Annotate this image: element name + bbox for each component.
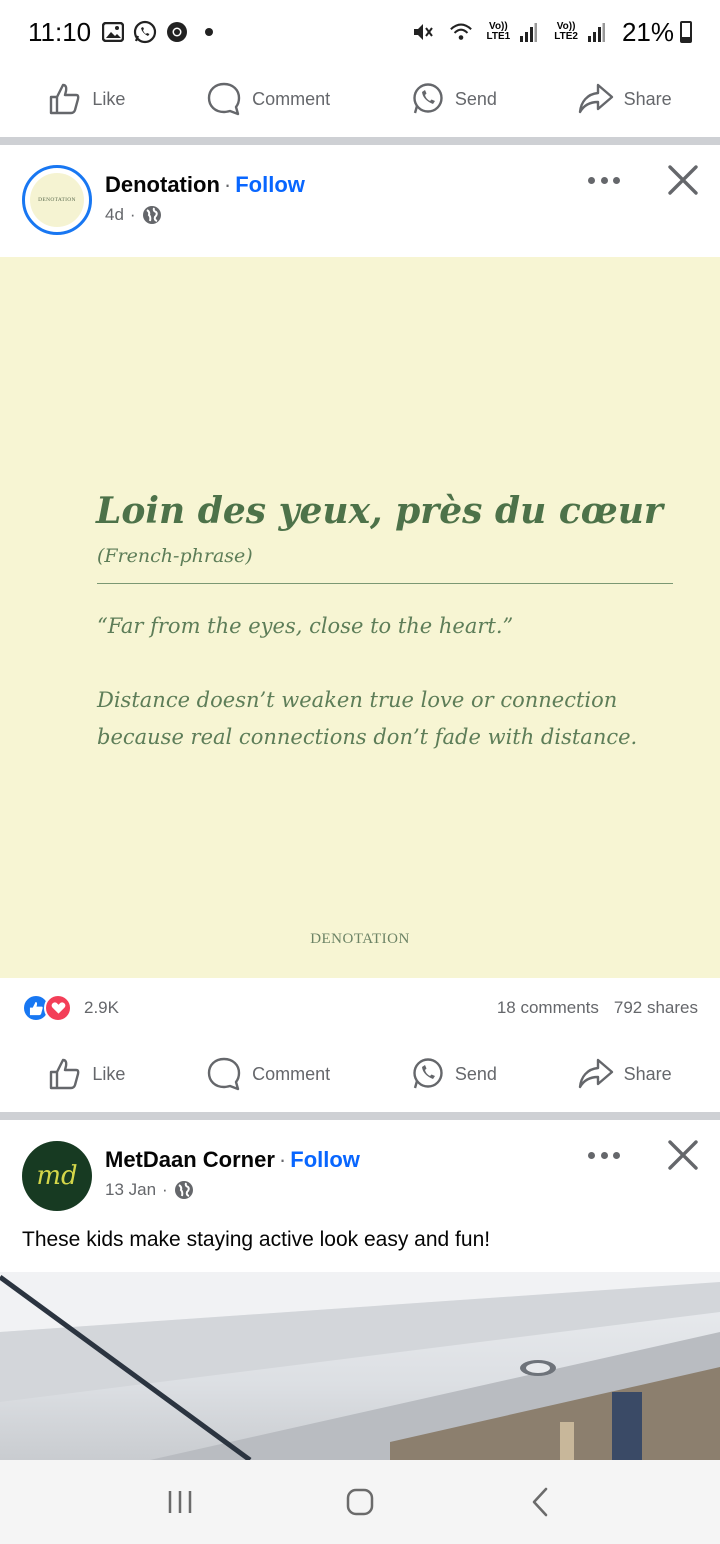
- avatar-logo: DENOTATION: [30, 173, 84, 227]
- post-time[interactable]: 4d: [105, 205, 124, 225]
- status-time: 11:10: [28, 16, 92, 47]
- like-icon: [50, 1058, 80, 1090]
- share-icon: [578, 1058, 613, 1089]
- battery-icon: [680, 21, 692, 43]
- gallery-icon: [101, 20, 125, 44]
- post-video[interactable]: [0, 1272, 720, 1460]
- engagement-counts: 18 comments 792 shares: [497, 998, 698, 1018]
- globe-icon: [174, 1181, 193, 1199]
- back-button[interactable]: [510, 1472, 570, 1532]
- comment-icon: [207, 1057, 241, 1091]
- reactions-bar: 2.9K 18 comments 792 shares: [0, 990, 720, 1026]
- home-icon: [346, 1488, 374, 1516]
- post-author-line: Denotation · Follow: [105, 172, 305, 197]
- post-divider: [0, 137, 720, 145]
- notification-dot-icon: [197, 20, 221, 44]
- post-action-bar: Like Comment Send Share: [0, 1039, 720, 1109]
- signal1-icon: [516, 20, 540, 44]
- page-avatar[interactable]: md: [22, 1141, 92, 1211]
- avatar-logo: md: [36, 1161, 78, 1191]
- network-lte1-label: Vo)) LTE1: [486, 21, 511, 42]
- send-label: Send: [454, 88, 497, 109]
- post-time[interactable]: 13 Jan: [105, 1180, 156, 1200]
- share-label: Share: [623, 88, 672, 109]
- post-header: md MetDaan Corner · Follow 13 Jan ·: [0, 1120, 720, 1230]
- close-icon[interactable]: [666, 1138, 700, 1172]
- status-bar: 11:10 Vo)) LTE1 Vo)) LTE2 21%: [0, 0, 720, 64]
- share-icon: [578, 83, 613, 114]
- post-divider: [0, 1112, 720, 1120]
- like-label: Like: [92, 88, 126, 109]
- comment-icon: [207, 82, 241, 116]
- share-count[interactable]: 792 shares: [614, 998, 698, 1018]
- follow-button[interactable]: Follow: [235, 172, 305, 197]
- page-avatar[interactable]: DENOTATION: [22, 165, 92, 235]
- quote-title: Loin des yeux, près du cœur: [96, 490, 663, 532]
- like-label: Like: [92, 1063, 126, 1084]
- whatsapp-send-icon: [413, 83, 443, 114]
- back-icon: [532, 1487, 548, 1517]
- comment-label: Comment: [252, 1063, 331, 1084]
- quote-brand: DENOTATION: [310, 931, 410, 947]
- more-options-button[interactable]: [584, 170, 624, 190]
- home-button[interactable]: [330, 1472, 390, 1532]
- mute-icon: [411, 20, 435, 44]
- chrome-icon: [165, 20, 189, 44]
- send-button[interactable]: Send: [411, 82, 497, 116]
- post-meta: 4d ·: [105, 205, 162, 225]
- comment-label: Comment: [252, 88, 331, 109]
- reaction-count[interactable]: 2.9K: [84, 998, 119, 1018]
- globe-icon: [142, 206, 161, 224]
- previous-post-action-bar: Like Comment Send Share: [0, 64, 720, 134]
- reaction-icons[interactable]: [22, 993, 78, 1023]
- page-name[interactable]: MetDaan Corner: [105, 1147, 275, 1172]
- post-author-line: MetDaan Corner · Follow: [105, 1147, 360, 1172]
- recent-apps-button[interactable]: [150, 1472, 210, 1532]
- share-label: Share: [623, 1063, 672, 1084]
- whatsapp-send-icon: [413, 1058, 443, 1089]
- like-button[interactable]: Like: [48, 82, 125, 116]
- network-lte2-label: Vo)) LTE2: [554, 21, 578, 42]
- comment-button[interactable]: Comment: [206, 81, 330, 117]
- share-button[interactable]: Share: [578, 1057, 672, 1091]
- system-nav-bar: [0, 1460, 720, 1544]
- comment-count[interactable]: 18 comments: [497, 998, 599, 1018]
- video-frame: [0, 1272, 720, 1460]
- battery-percent: 21%: [621, 16, 674, 47]
- like-button[interactable]: Like: [48, 1057, 125, 1091]
- quote-divider: [97, 583, 673, 584]
- more-options-button[interactable]: [584, 1145, 624, 1165]
- post-meta: 13 Jan ·: [105, 1180, 194, 1200]
- wifi-icon: [449, 20, 473, 44]
- signal2-icon: [584, 20, 608, 44]
- share-button[interactable]: Share: [578, 82, 672, 116]
- recent-apps-icon: [168, 1491, 192, 1513]
- quote-body-line-1: Distance doesn’t weaken true love or con…: [97, 688, 618, 712]
- follow-button[interactable]: Follow: [290, 1147, 360, 1172]
- facebook-feed: 11:10 Vo)) LTE1 Vo)) LTE2 21% Like Comme…: [0, 0, 720, 1544]
- quote-translation: “Far from the eyes, close to the heart.”: [97, 614, 514, 638]
- love-reaction-icon: [44, 994, 72, 1022]
- quote-body-line-2: because real connections don’t fade with…: [97, 725, 638, 749]
- post-header: DENOTATION Denotation · Follow 4d ·: [0, 145, 720, 255]
- quote-subtitle: (French-phrase): [97, 545, 253, 567]
- send-label: Send: [454, 1063, 497, 1084]
- close-icon[interactable]: [666, 163, 700, 197]
- whatsapp-icon: [133, 20, 157, 44]
- comment-button[interactable]: Comment: [206, 1056, 330, 1092]
- send-button[interactable]: Send: [411, 1057, 497, 1091]
- page-name[interactable]: Denotation: [105, 172, 220, 197]
- like-icon: [50, 83, 80, 115]
- post-caption: These kids make staying active look easy…: [22, 1228, 491, 1251]
